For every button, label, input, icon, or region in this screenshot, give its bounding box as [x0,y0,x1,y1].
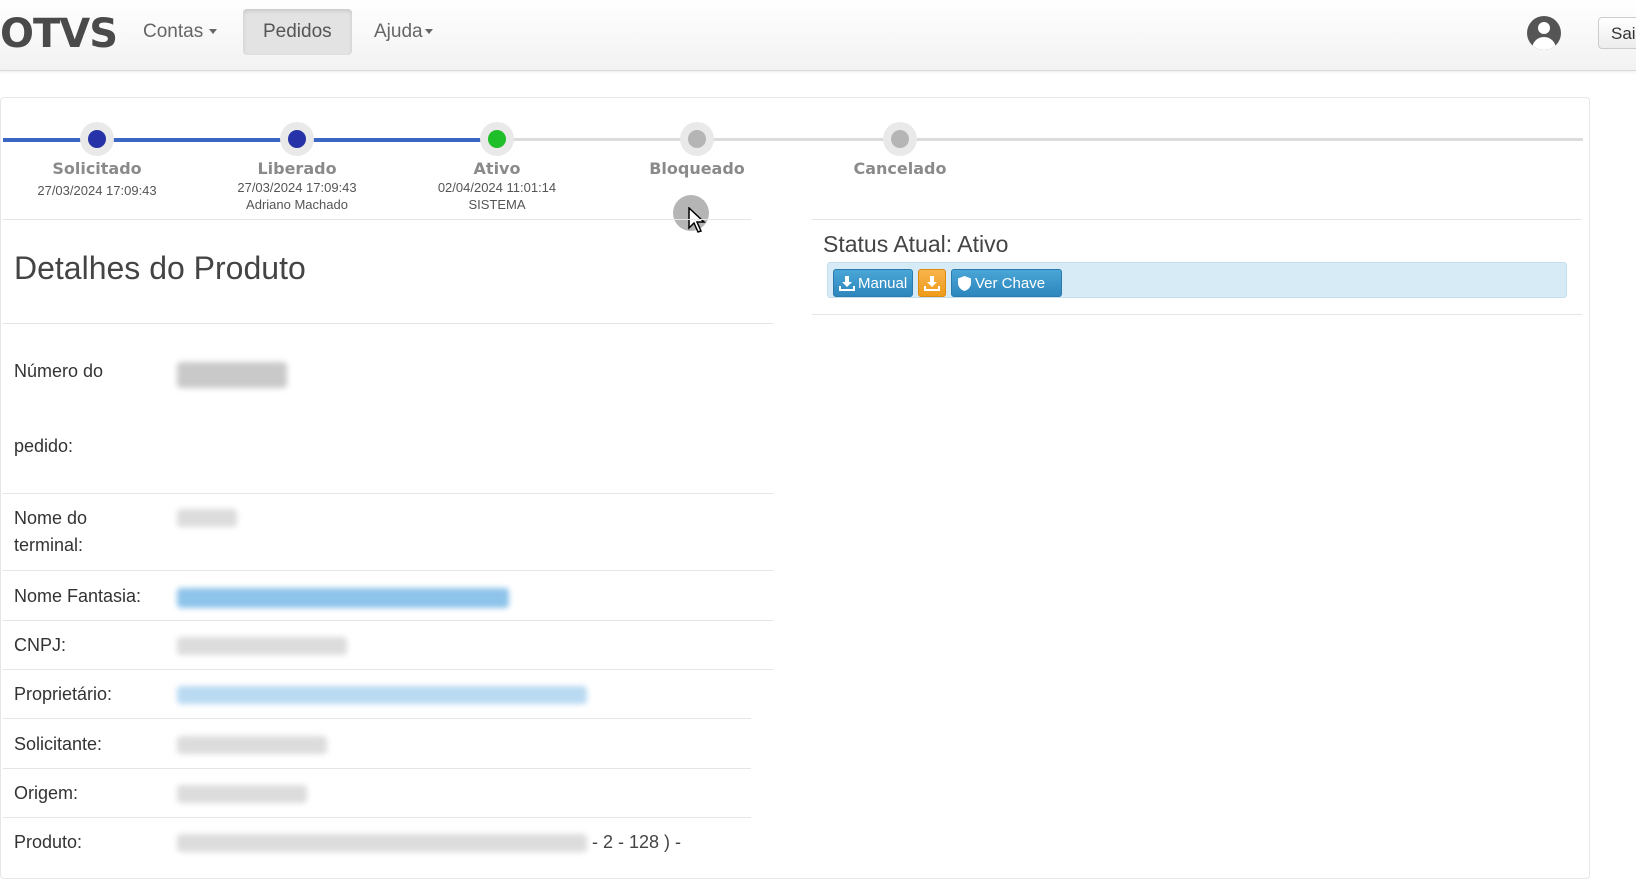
divider [3,219,751,220]
numero-pedido-label: Número do [14,361,104,381]
chevron-down-icon [209,29,218,35]
step-ativo: Ativo 02/04/2024 11:01:14 SISTEMA [387,122,607,213]
step-label: Cancelado [853,159,947,178]
main-panel [0,97,1590,879]
step-user: Adriano Machado [246,197,348,212]
numero-pedido-label-2: pedido: [14,436,74,456]
status-title: Status Atual: Ativo [823,231,1009,257]
manual-button[interactable]: Manual [833,269,913,297]
ver-chave-button-label: Ver Chave [975,275,1046,292]
page-title: Detalhes do Produto [14,250,306,286]
produto-value [177,834,587,852]
proprietario-label: Proprietário: [14,684,113,704]
solicitante-value [177,736,327,754]
download-button[interactable] [918,269,946,297]
nav-item-label: Ajuda [374,21,423,42]
brand-logo[interactable]: OTVS [0,10,118,58]
ver-chave-button[interactable]: Ver Chave [951,269,1062,297]
divider [3,768,751,769]
numero-pedido-value [177,362,287,388]
nav-item-ajuda[interactable]: Ajuda [374,9,433,55]
step-label: Solicitado [52,159,142,178]
step-bloqueado: Bloqueado [587,122,807,179]
terminal-label-2: terminal: [14,535,84,555]
nav-item-pedidos[interactable]: Pedidos [243,9,352,55]
divider [812,219,1582,220]
divider [3,817,751,818]
origem-label: Origem: [14,783,79,803]
cnpj-value [177,637,347,655]
step-dot-icon [280,122,314,156]
step-dot-icon [480,122,514,156]
nav-item-label: Pedidos [263,21,332,42]
cnpj-label: CNPJ: [14,635,67,655]
chevron-down-icon [424,29,433,35]
step-date: 02/04/2024 11:01:14 [437,180,557,195]
nav-item-contas[interactable]: Contas [143,9,218,55]
nome-fantasia-label: Nome Fantasia: [14,586,142,606]
divider [3,323,773,324]
step-user: SISTEMA [468,197,526,212]
produto-value-tail: - 2 - 128 ) - [592,832,682,852]
origem-value [177,785,307,803]
shield-icon [958,276,971,291]
manual-button-label: Manual [858,275,908,292]
divider [3,493,773,494]
proprietario-value[interactable] [177,686,587,704]
divider [3,718,751,719]
divider [3,620,773,621]
step-dot-icon [80,122,114,156]
step-dot-icon [680,122,714,156]
step-label: Ativo [473,159,521,178]
step-date: 27/03/2024 17:09:43 [237,180,357,195]
download-icon [839,276,855,291]
divider [812,314,1582,315]
solicitante-label: Solicitante: [14,734,103,754]
step-cancelado: Cancelado [790,122,1010,179]
produto-label: Produto: [14,832,83,852]
nav-item-label: Contas [143,21,204,42]
logout-button[interactable]: Sai [1598,17,1636,49]
nome-fantasia-value[interactable] [177,588,509,608]
top-navbar: OTVS Contas Pedidos Ajuda Sai [0,0,1636,71]
download-icon [924,276,940,291]
step-label: Bloqueado [649,159,745,178]
terminal-value [177,509,237,527]
step-label: Liberado [257,159,337,178]
divider [3,669,773,670]
mouse-cursor-icon [688,207,706,233]
step-solicitado: Solicitado 27/03/2024 17:09:43 [0,122,207,199]
user-avatar-icon[interactable] [1527,16,1561,50]
step-date: 27/03/2024 17:09:43 [37,183,157,198]
terminal-label: Nome do [14,508,88,528]
divider [3,570,773,571]
step-dot-icon [883,122,917,156]
step-liberado: Liberado 27/03/2024 17:09:43 Adriano Mac… [187,122,407,213]
